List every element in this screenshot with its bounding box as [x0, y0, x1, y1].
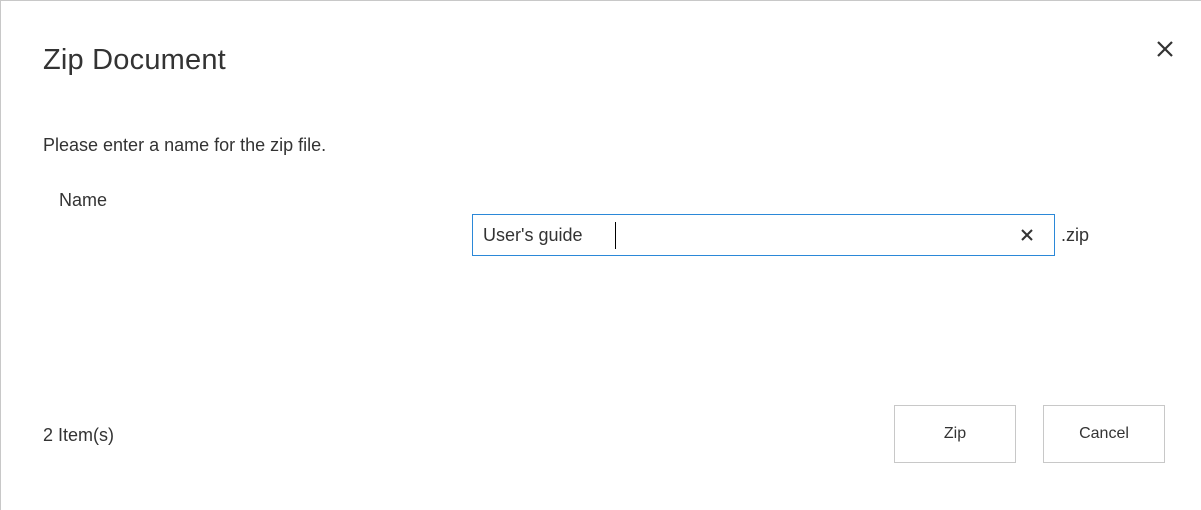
cancel-button[interactable]: Cancel [1043, 405, 1165, 463]
zip-button[interactable]: Zip [894, 405, 1016, 463]
close-button[interactable] [1153, 37, 1177, 61]
name-input[interactable] [473, 215, 1013, 255]
name-label: Name [59, 190, 108, 210]
zip-document-dialog: Zip Document Please enter a name for the… [0, 0, 1201, 510]
file-extension-label: .zip [1061, 225, 1090, 245]
instruction-text: Please enter a name for the zip file. [43, 135, 327, 155]
clear-input-button[interactable] [1019, 227, 1035, 243]
text-cursor [615, 222, 616, 249]
clear-icon [1021, 229, 1033, 241]
close-icon [1157, 41, 1173, 57]
item-count: 2 Item(s) [43, 425, 115, 445]
dialog-title: Zip Document [43, 44, 226, 76]
name-input-container [472, 214, 1055, 256]
